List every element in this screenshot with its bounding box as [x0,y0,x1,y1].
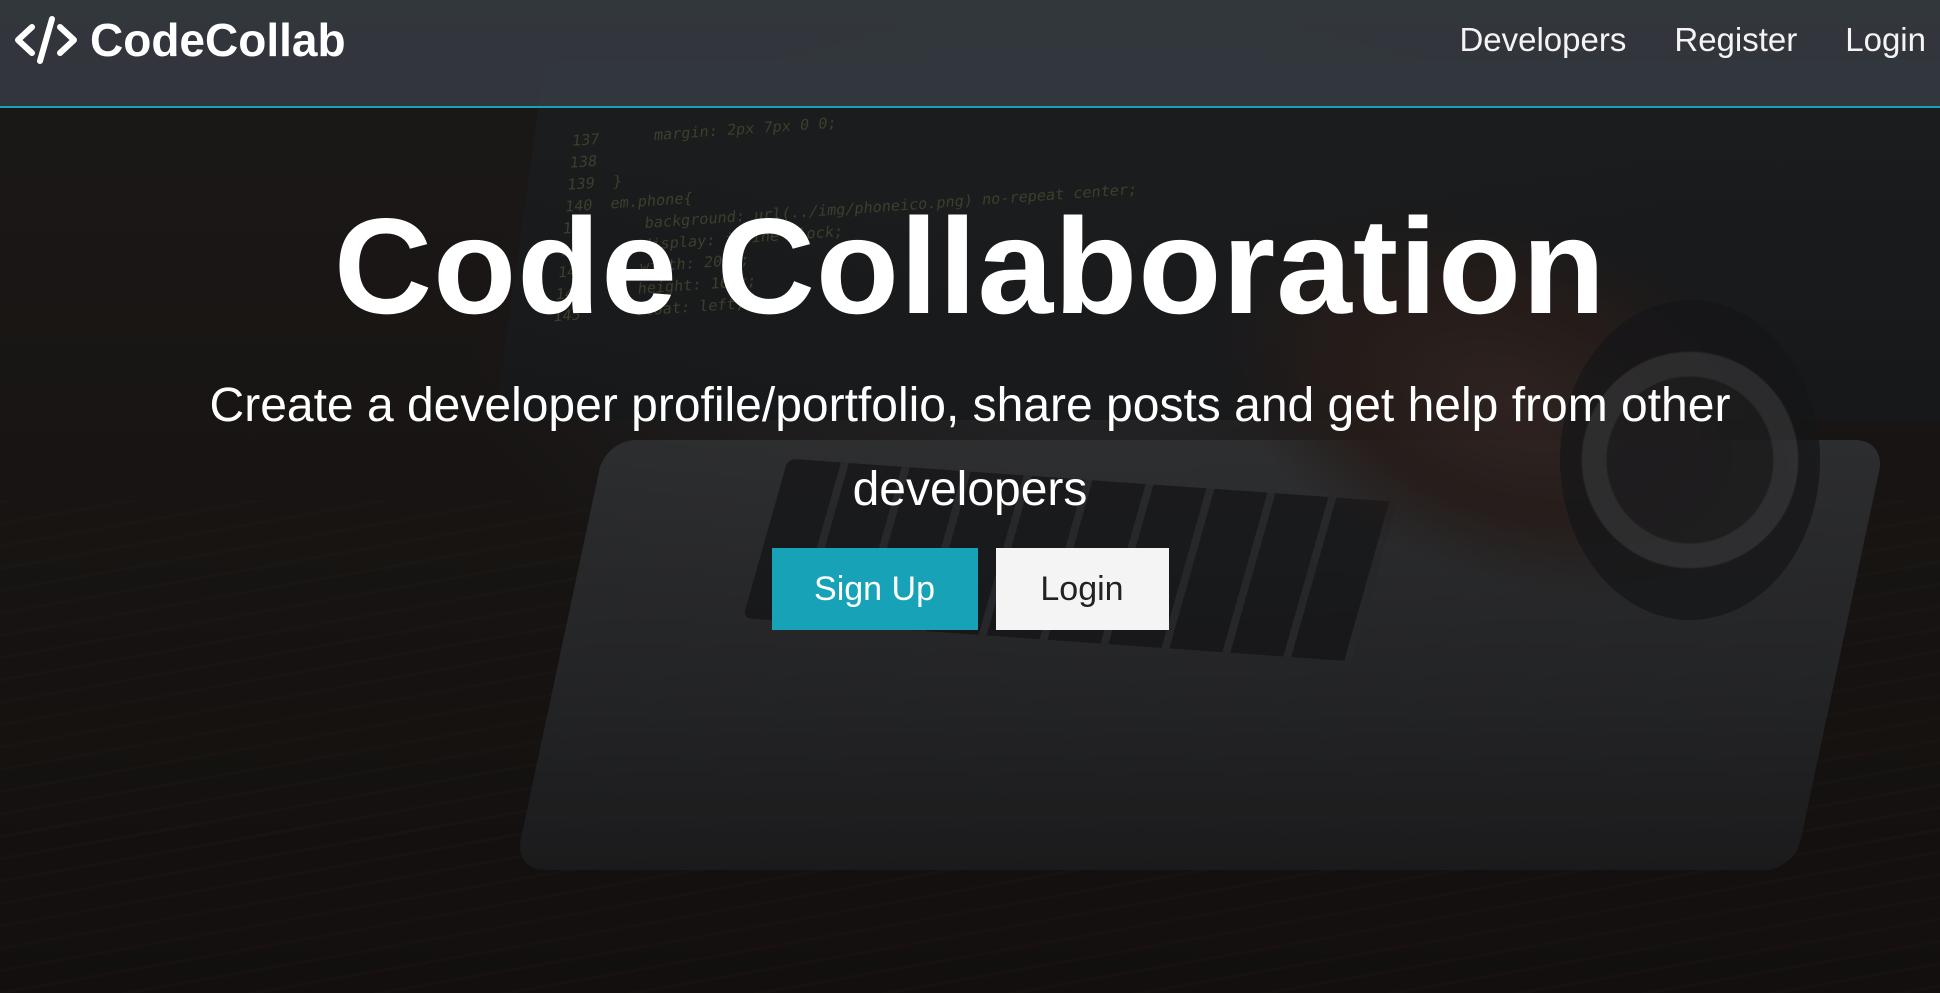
login-button[interactable]: Login [995,548,1169,630]
code-icon [14,15,78,65]
nav-link-register[interactable]: Register [1674,21,1797,59]
brand-link[interactable]: CodeCollab [14,13,346,67]
nav-link-login[interactable]: Login [1845,21,1926,59]
nav-link-developers[interactable]: Developers [1459,21,1626,59]
brand-name: CodeCollab [90,14,346,66]
hero-title: Code Collaboration [333,190,1607,342]
page: 137 margin: 2px 7px 0 0; 138 139 } 140 e… [0,0,1940,993]
navbar: CodeCollab Developers Register Login [0,0,1940,108]
sign-up-button[interactable]: Sign Up [771,548,978,630]
hero-section: Code Collaboration Create a developer pr… [0,108,1940,630]
hero-lead: Create a developer profile/portfolio, sh… [209,379,1731,516]
hero-buttons: Sign Up Login [0,548,1940,630]
nav-links: Developers Register Login [1459,21,1926,59]
